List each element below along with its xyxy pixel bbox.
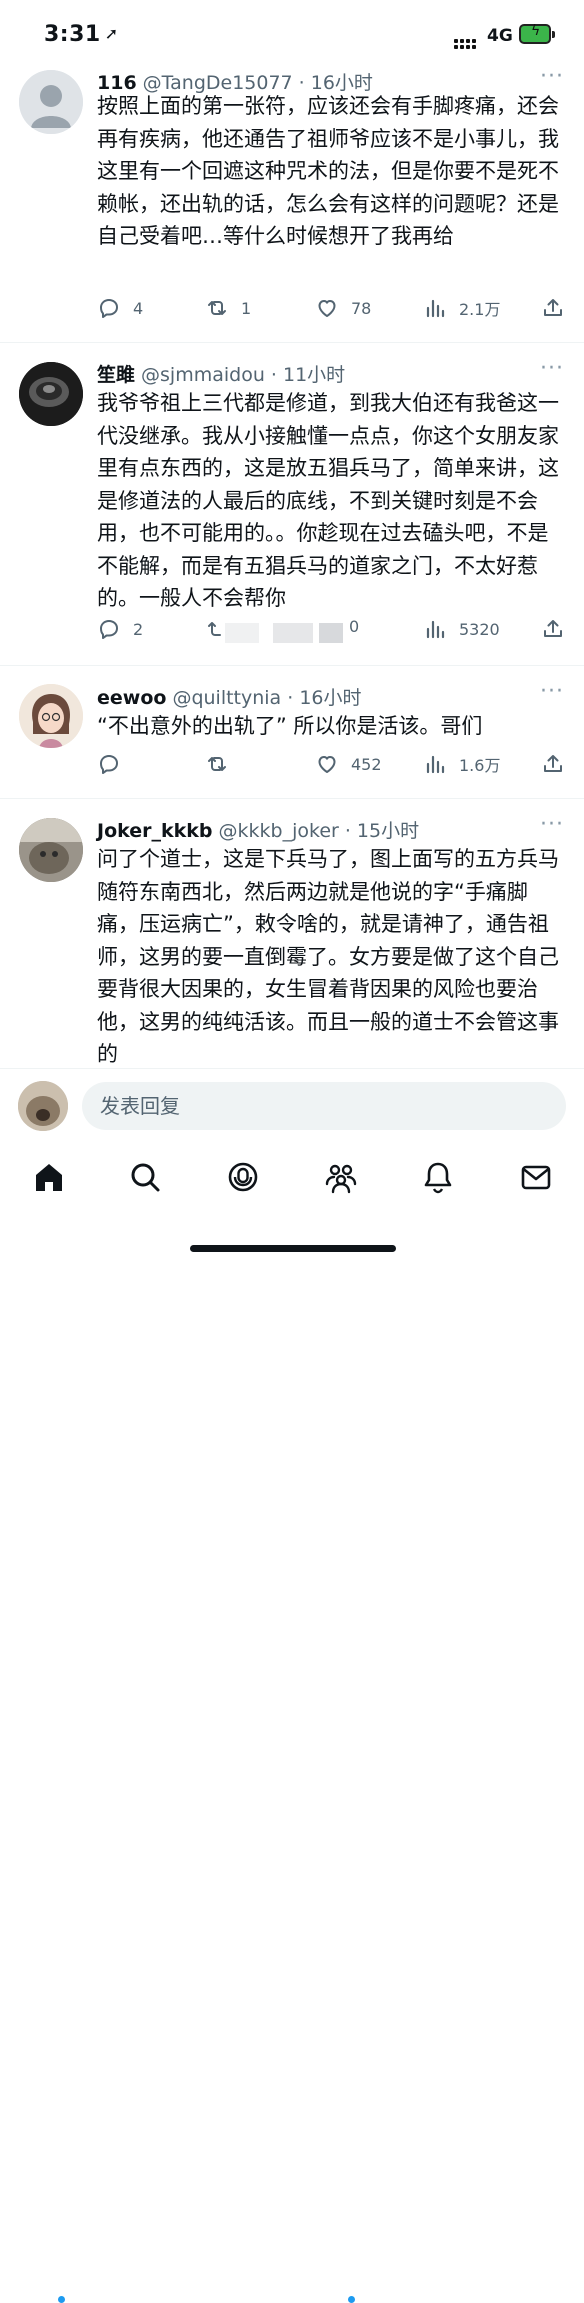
battery-icon: ϟ bbox=[519, 23, 555, 44]
notification-dot bbox=[58, 2296, 65, 2303]
more-options-icon[interactable]: ··· bbox=[540, 64, 564, 89]
redacted-region bbox=[225, 623, 259, 643]
tab-home[interactable] bbox=[32, 1160, 66, 1194]
like-count: 0 bbox=[349, 617, 360, 636]
notification-dot bbox=[348, 2296, 355, 2303]
avatar[interactable] bbox=[19, 70, 83, 134]
default-avatar-icon bbox=[19, 70, 83, 134]
reply-composer: 发表回复 bbox=[0, 1068, 584, 1141]
reply-input[interactable]: 发表回复 bbox=[82, 1082, 566, 1130]
status-time: 3:31 ➚ bbox=[44, 22, 119, 47]
network-label: 4G bbox=[487, 26, 513, 46]
handle-time: @sjmmaidou · 11小时 bbox=[141, 364, 346, 386]
views-chart-icon bbox=[426, 620, 445, 639]
share-button[interactable] bbox=[541, 752, 565, 776]
repost-button[interactable] bbox=[205, 752, 241, 776]
spaces-microphone-icon bbox=[228, 1162, 258, 1192]
avatar-image bbox=[18, 1081, 68, 1131]
handle-time: @kkkb_joker · 15小时 bbox=[218, 820, 420, 842]
tab-search[interactable] bbox=[128, 1160, 162, 1194]
like-count: 78 bbox=[351, 298, 372, 318]
tab-communities[interactable] bbox=[324, 1160, 358, 1194]
post-header: eewoo @quilttynia · 16小时 bbox=[97, 683, 362, 710]
reply-button[interactable] bbox=[97, 752, 133, 776]
post-text: “不出意外的出轨了” 所以你是活该。哥们 bbox=[97, 714, 483, 738]
reply-button[interactable]: 4 bbox=[97, 296, 143, 320]
display-name[interactable]: eewoo bbox=[97, 687, 166, 709]
display-name[interactable]: 笙雎 bbox=[97, 364, 135, 386]
avatar[interactable] bbox=[19, 818, 83, 882]
more-options-icon[interactable]: ··· bbox=[540, 812, 564, 837]
reply-count: 2 bbox=[133, 619, 144, 639]
view-count: 2.1万 bbox=[459, 300, 501, 319]
reply-button[interactable]: 2 bbox=[97, 617, 143, 641]
action-bar: 2 0 5320 bbox=[97, 617, 569, 647]
avatar-image bbox=[19, 362, 83, 426]
action-bar: 4 1 78 2.1万 bbox=[97, 296, 569, 326]
reply-post[interactable]: Joker_kkkb @kkkb_joker · 15小时 ··· 问了个道士，这… bbox=[0, 799, 584, 1067]
like-button[interactable]: 452 bbox=[315, 752, 382, 776]
handle-time: @quilttynia · 16小时 bbox=[172, 687, 362, 709]
reply-post[interactable]: 116 @TangDe15077 · 16小时 ··· 按照上面的第一张符，应该还… bbox=[0, 62, 584, 343]
signal-icon bbox=[454, 28, 478, 49]
communities-icon bbox=[325, 1164, 357, 1194]
bottom-tab-bar bbox=[0, 1140, 584, 2303]
views-chart-icon bbox=[426, 299, 445, 318]
mail-icon bbox=[521, 1165, 551, 1190]
post-header: Joker_kkkb @kkkb_joker · 15小时 bbox=[97, 816, 419, 843]
more-options-icon[interactable]: ··· bbox=[540, 356, 564, 381]
reply-count: 4 bbox=[133, 298, 144, 318]
view-count: 5320 bbox=[459, 619, 500, 639]
redacted-region bbox=[319, 623, 343, 643]
repost-icon bbox=[208, 757, 226, 771]
avatar-image bbox=[19, 818, 83, 882]
reply-post[interactable]: eewoo @quilttynia · 16小时 ··· “不出意外的出轨了” 所… bbox=[0, 666, 584, 799]
current-user-avatar[interactable] bbox=[18, 1081, 68, 1131]
views-button[interactable]: 5320 bbox=[423, 617, 500, 641]
like-count: 452 bbox=[351, 754, 382, 774]
share-icon bbox=[544, 299, 562, 316]
action-bar: 452 1.6万 bbox=[97, 752, 569, 782]
more-options-icon[interactable]: ··· bbox=[540, 679, 564, 704]
search-icon bbox=[131, 1163, 160, 1192]
location-arrow-icon: ➚ bbox=[104, 24, 119, 43]
reply-icon bbox=[100, 620, 118, 639]
redacted-region bbox=[273, 623, 313, 643]
avatar[interactable] bbox=[19, 362, 83, 426]
reply-post[interactable]: 笙雎 @sjmmaidou · 11小时 ··· 我爷爷祖上三代都是修道，到我大伯… bbox=[0, 343, 584, 666]
like-count-label: 0 bbox=[349, 617, 359, 636]
heart-icon bbox=[318, 756, 336, 773]
share-button[interactable] bbox=[541, 617, 565, 641]
avatar-image bbox=[19, 684, 83, 748]
post-text: 按照上面的第一张符，应该还会有手脚疼痛，还会再有疾病，他还通告了祖师爷应该不是小… bbox=[97, 94, 559, 248]
post-header: 笙雎 @sjmmaidou · 11小时 bbox=[97, 360, 345, 387]
share-button[interactable] bbox=[541, 296, 565, 320]
reply-icon bbox=[100, 299, 118, 318]
tab-spaces[interactable] bbox=[226, 1160, 260, 1194]
share-icon bbox=[544, 755, 562, 772]
tab-notifications[interactable] bbox=[421, 1160, 455, 1194]
home-indicator bbox=[190, 1245, 396, 1252]
repost-count: 1 bbox=[241, 298, 252, 318]
views-button[interactable]: 2.1万 bbox=[423, 296, 500, 320]
share-icon bbox=[544, 620, 562, 637]
display-name[interactable]: Joker_kkkb bbox=[97, 820, 213, 842]
view-count: 1.6万 bbox=[459, 756, 501, 775]
home-icon bbox=[36, 1164, 62, 1191]
bell-icon bbox=[424, 1162, 452, 1194]
tab-messages[interactable] bbox=[519, 1160, 553, 1194]
repost-button[interactable]: 1 bbox=[205, 296, 251, 320]
views-chart-icon bbox=[426, 755, 445, 774]
repost-icon bbox=[208, 301, 226, 315]
avatar[interactable] bbox=[19, 684, 83, 748]
post-text: 问了个道士，这是下兵马了，图上面写的五方兵马随符东南西北，然后两边就是他说的字“… bbox=[97, 847, 559, 1066]
reply-icon bbox=[100, 755, 118, 774]
post-text: 我爷爷祖上三代都是修道，到我大伯还有我爸这一代没继承。我从小接触懂一点点，你这个… bbox=[97, 391, 559, 610]
heart-icon bbox=[318, 300, 336, 317]
like-button[interactable]: 78 bbox=[315, 296, 371, 320]
views-button[interactable]: 1.6万 bbox=[423, 752, 500, 776]
